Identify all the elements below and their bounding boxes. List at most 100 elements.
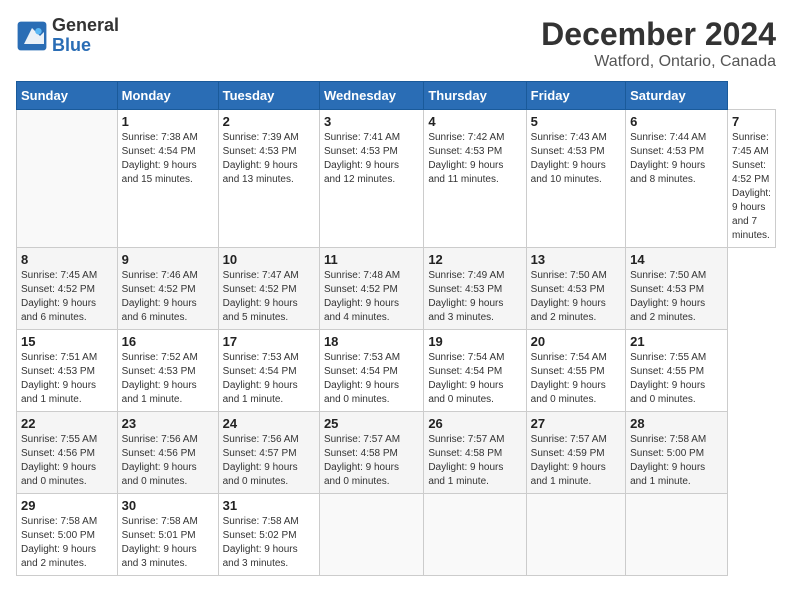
calendar-cell: 10Sunrise: 7:47 AMSunset: 4:52 PMDayligh… — [218, 248, 319, 330]
day-info: Sunrise: 7:57 AMSunset: 4:58 PMDaylight:… — [324, 433, 419, 489]
calendar-cell: 4Sunrise: 7:42 AMSunset: 4:53 PMDaylight… — [424, 110, 526, 248]
day-number: 25 — [324, 416, 419, 431]
calendar-cell: 16Sunrise: 7:52 AMSunset: 4:53 PMDayligh… — [117, 330, 218, 412]
calendar-cell — [526, 494, 625, 576]
day-info: Sunrise: 7:58 AMSunset: 5:00 PMDaylight:… — [630, 433, 723, 489]
calendar-cell: 18 Sunrise: 7:53 AMSunset: 4:54 PMDayligh… — [319, 330, 423, 412]
calendar-cell: 31 Sunrise: 7:58 AMSunset: 5:02 PMDayligh… — [218, 494, 319, 576]
day-info: Sunrise: 7:57 AMSunset: 4:58 PMDaylight:… — [428, 433, 521, 489]
header-row: SundayMondayTuesdayWednesdayThursdayFrid… — [17, 82, 776, 110]
week-row-1: 8Sunrise: 7:45 AMSunset: 4:52 PMDaylight… — [17, 248, 776, 330]
day-info: Sunrise: 7:53 AMSunset: 4:54 PMDaylight:… — [324, 351, 419, 407]
day-info: Sunrise: 7:38 AMSunset: 4:54 PMDaylight:… — [122, 131, 214, 187]
header: General Blue December 2024 Watford, Onta… — [16, 16, 776, 71]
title-area: December 2024 Watford, Ontario, Canada — [541, 16, 776, 71]
day-number: 13 — [531, 252, 621, 267]
day-info: Sunrise: 7:54 AMSunset: 4:55 PMDaylight:… — [531, 351, 621, 407]
calendar-cell: 15 Sunrise: 7:51 AMSunset: 4:53 PMDayligh… — [17, 330, 118, 412]
day-number: 8 — [21, 252, 113, 267]
calendar-cell: 21Sunrise: 7:55 AMSunset: 4:55 PMDayligh… — [626, 330, 728, 412]
calendar-cell: 6Sunrise: 7:44 AMSunset: 4:53 PMDaylight… — [626, 110, 728, 248]
calendar-cell: 17 Sunrise: 7:53 AMSunset: 4:54 PMDayligh… — [218, 330, 319, 412]
day-info: Sunrise: 7:47 AMSunset: 4:52 PMDaylight:… — [223, 269, 315, 325]
header-day-monday: Monday — [117, 82, 218, 110]
day-number: 20 — [531, 334, 621, 349]
day-number: 12 — [428, 252, 521, 267]
calendar-cell: 5 Sunrise: 7:43 AMSunset: 4:53 PMDaylight… — [526, 110, 625, 248]
calendar-cell: 13 Sunrise: 7:50 AMSunset: 4:53 PMDayligh… — [526, 248, 625, 330]
day-info: Sunrise: 7:55 AMSunset: 4:55 PMDaylight:… — [630, 351, 723, 407]
day-info: Sunrise: 7:43 AMSunset: 4:53 PMDaylight:… — [531, 131, 621, 187]
day-info: Sunrise: 7:39 AMSunset: 4:53 PMDaylight:… — [223, 131, 315, 187]
day-number: 3 — [324, 114, 419, 129]
calendar-cell: 22Sunrise: 7:55 AMSunset: 4:56 PMDayligh… — [17, 412, 118, 494]
day-number: 29 — [21, 498, 113, 513]
day-number: 1 — [122, 114, 214, 129]
calendar-cell: 23 Sunrise: 7:56 AMSunset: 4:56 PMDayligh… — [117, 412, 218, 494]
header-day-wednesday: Wednesday — [319, 82, 423, 110]
day-info: Sunrise: 7:44 AMSunset: 4:53 PMDaylight:… — [630, 131, 723, 187]
day-info: Sunrise: 7:50 AMSunset: 4:53 PMDaylight:… — [531, 269, 621, 325]
header-day-sunday: Sunday — [17, 82, 118, 110]
calendar-cell-empty — [17, 110, 118, 248]
day-number: 4 — [428, 114, 521, 129]
sub-title: Watford, Ontario, Canada — [541, 53, 776, 71]
calendar-cell: 3 Sunrise: 7:41 AMSunset: 4:53 PMDaylight… — [319, 110, 423, 248]
logo-text-blue: Blue — [52, 35, 91, 55]
day-number: 24 — [223, 416, 315, 431]
main-title: December 2024 — [541, 16, 776, 53]
day-info: Sunrise: 7:56 AMSunset: 4:57 PMDaylight:… — [223, 433, 315, 489]
calendar-cell: 30Sunrise: 7:58 AMSunset: 5:01 PMDayligh… — [117, 494, 218, 576]
day-number: 15 — [21, 334, 113, 349]
calendar-cell: 19Sunrise: 7:54 AMSunset: 4:54 PMDayligh… — [424, 330, 526, 412]
calendar-cell: 27 Sunrise: 7:57 AMSunset: 4:59 PMDayligh… — [526, 412, 625, 494]
day-number: 9 — [122, 252, 214, 267]
day-info: Sunrise: 7:45 AMSunset: 4:52 PMDaylight:… — [732, 131, 771, 243]
day-info: Sunrise: 7:56 AMSunset: 4:56 PMDaylight:… — [122, 433, 214, 489]
week-row-0: 1 Sunrise: 7:38 AMSunset: 4:54 PMDaylight… — [17, 110, 776, 248]
logo-icon — [16, 20, 48, 52]
day-number: 19 — [428, 334, 521, 349]
day-info: Sunrise: 7:46 AMSunset: 4:52 PMDaylight:… — [122, 269, 214, 325]
day-info: Sunrise: 7:41 AMSunset: 4:53 PMDaylight:… — [324, 131, 419, 187]
day-number: 27 — [531, 416, 621, 431]
calendar-cell: 26 Sunrise: 7:57 AMSunset: 4:58 PMDayligh… — [424, 412, 526, 494]
calendar-cell: 14Sunrise: 7:50 AMSunset: 4:53 PMDayligh… — [626, 248, 728, 330]
week-row-4: 29 Sunrise: 7:58 AMSunset: 5:00 PMDayligh… — [17, 494, 776, 576]
day-number: 11 — [324, 252, 419, 267]
day-info: Sunrise: 7:58 AMSunset: 5:00 PMDaylight:… — [21, 515, 113, 571]
calendar-cell: 1 Sunrise: 7:38 AMSunset: 4:54 PMDaylight… — [117, 110, 218, 248]
day-number: 2 — [223, 114, 315, 129]
calendar-table: SundayMondayTuesdayWednesdayThursdayFrid… — [16, 81, 776, 576]
day-number: 26 — [428, 416, 521, 431]
day-number: 18 — [324, 334, 419, 349]
logo: General Blue — [16, 16, 119, 56]
header-day-saturday: Saturday — [626, 82, 728, 110]
day-number: 17 — [223, 334, 315, 349]
day-number: 16 — [122, 334, 214, 349]
day-info: Sunrise: 7:49 AMSunset: 4:53 PMDaylight:… — [428, 269, 521, 325]
day-info: Sunrise: 7:58 AMSunset: 5:02 PMDaylight:… — [223, 515, 315, 571]
day-number: 23 — [122, 416, 214, 431]
week-row-2: 15 Sunrise: 7:51 AMSunset: 4:53 PMDayligh… — [17, 330, 776, 412]
day-number: 5 — [531, 114, 621, 129]
day-info: Sunrise: 7:48 AMSunset: 4:52 PMDaylight:… — [324, 269, 419, 325]
calendar-cell: 11 Sunrise: 7:48 AMSunset: 4:52 PMDayligh… — [319, 248, 423, 330]
day-info: Sunrise: 7:58 AMSunset: 5:01 PMDaylight:… — [122, 515, 214, 571]
calendar-cell: 12 Sunrise: 7:49 AMSunset: 4:53 PMDayligh… — [424, 248, 526, 330]
week-row-3: 22Sunrise: 7:55 AMSunset: 4:56 PMDayligh… — [17, 412, 776, 494]
calendar-cell: 20 Sunrise: 7:54 AMSunset: 4:55 PMDayligh… — [526, 330, 625, 412]
day-info: Sunrise: 7:53 AMSunset: 4:54 PMDaylight:… — [223, 351, 315, 407]
day-number: 7 — [732, 114, 771, 129]
calendar-cell: 2 Sunrise: 7:39 AMSunset: 4:53 PMDaylight… — [218, 110, 319, 248]
day-info: Sunrise: 7:55 AMSunset: 4:56 PMDaylight:… — [21, 433, 113, 489]
day-info: Sunrise: 7:57 AMSunset: 4:59 PMDaylight:… — [531, 433, 621, 489]
calendar-cell — [424, 494, 526, 576]
calendar-cell: 25 Sunrise: 7:57 AMSunset: 4:58 PMDayligh… — [319, 412, 423, 494]
day-number: 14 — [630, 252, 723, 267]
logo-text-general: General — [52, 15, 119, 35]
day-info: Sunrise: 7:51 AMSunset: 4:53 PMDaylight:… — [21, 351, 113, 407]
calendar-cell: 9 Sunrise: 7:46 AMSunset: 4:52 PMDaylight… — [117, 248, 218, 330]
calendar-cell — [626, 494, 728, 576]
day-number: 31 — [223, 498, 315, 513]
